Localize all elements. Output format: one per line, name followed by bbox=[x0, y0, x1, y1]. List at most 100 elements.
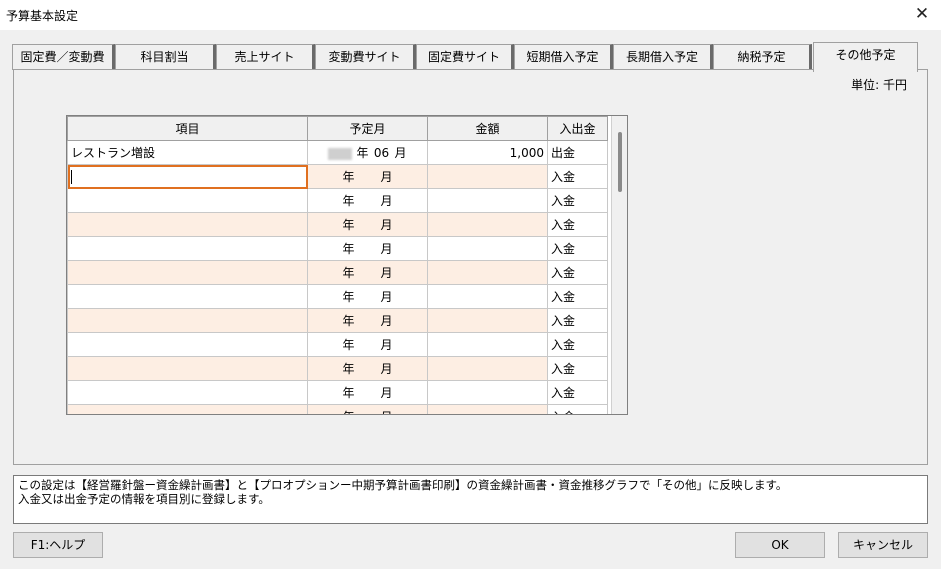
month-suffix: 月 bbox=[380, 218, 393, 232]
cell-io[interactable]: 入金 bbox=[547, 212, 608, 237]
redacted-year bbox=[328, 147, 353, 160]
month-suffix: 月 bbox=[380, 242, 393, 256]
cell-amount[interactable] bbox=[427, 332, 548, 357]
help-button[interactable]: F1:ヘルプ bbox=[13, 532, 103, 558]
schedule-grid: 項目 予定月 金額 入出金 レストラン増設年 06 月 1,000 出金年月入金年月入金… bbox=[66, 115, 628, 415]
cell-amount[interactable] bbox=[427, 380, 548, 405]
cell-io[interactable]: 入金 bbox=[547, 380, 608, 405]
cell-amount[interactable] bbox=[427, 404, 548, 414]
month-suffix: 月 bbox=[380, 290, 393, 304]
table-row: 年月 入金 bbox=[67, 236, 608, 261]
year-suffix: 年 bbox=[356, 146, 369, 160]
month-suffix: 月 bbox=[394, 146, 407, 160]
tab-sales-site[interactable]: 売上サイト bbox=[216, 44, 315, 70]
cell-month[interactable]: 年月 bbox=[307, 404, 428, 414]
cell-month[interactable]: 年月 bbox=[307, 284, 428, 309]
cell-item[interactable] bbox=[67, 356, 308, 381]
month-suffix: 月 bbox=[380, 266, 393, 280]
tab-other[interactable]: その他予定 bbox=[813, 42, 918, 72]
cell-item[interactable] bbox=[67, 308, 308, 333]
cell-month[interactable]: 年月 bbox=[307, 188, 428, 213]
cell-amount[interactable]: 1,000 bbox=[427, 140, 548, 165]
header-month[interactable]: 予定月 bbox=[307, 116, 428, 141]
month-suffix: 月 bbox=[381, 410, 393, 414]
cell-month[interactable]: 年月 bbox=[307, 260, 428, 285]
table-row: 年月入金 bbox=[67, 164, 608, 189]
cell-io[interactable]: 入金 bbox=[547, 332, 608, 357]
cell-item[interactable] bbox=[67, 260, 308, 285]
cell-month[interactable]: 年月 bbox=[307, 332, 428, 357]
cell-item[interactable] bbox=[67, 236, 308, 261]
cell-month[interactable]: 年 06 月 bbox=[307, 140, 428, 165]
grid-scrollbar[interactable] bbox=[611, 116, 627, 414]
tab-strip: 固定費／変動費 科目割当 売上サイト 変動費サイト 固定費サイト 短期借入予定 … bbox=[12, 42, 918, 72]
cell-item[interactable] bbox=[67, 404, 308, 414]
header-io[interactable]: 入出金 bbox=[547, 116, 608, 141]
year-suffix: 年 bbox=[342, 410, 354, 414]
header-item[interactable]: 項目 bbox=[67, 116, 308, 141]
cell-io[interactable]: 入金 bbox=[547, 404, 608, 414]
cell-io[interactable]: 入金 bbox=[547, 308, 608, 333]
cell-item[interactable] bbox=[67, 212, 308, 237]
cell-io[interactable]: 入金 bbox=[547, 164, 608, 189]
cell-item[interactable] bbox=[67, 380, 308, 405]
cell-io[interactable]: 入金 bbox=[547, 284, 608, 309]
tab-variable-site[interactable]: 変動費サイト bbox=[315, 44, 416, 70]
cell-io[interactable]: 入金 bbox=[547, 188, 608, 213]
cell-io[interactable]: 入金 bbox=[547, 356, 608, 381]
cancel-button[interactable]: キャンセル bbox=[838, 532, 928, 558]
table-row: レストラン増設 年 06 月 1,000 出金 bbox=[67, 140, 608, 165]
cell-io[interactable]: 入金 bbox=[547, 260, 608, 285]
tab-account-assign[interactable]: 科目割当 bbox=[115, 44, 216, 70]
cell-item[interactable] bbox=[67, 332, 308, 357]
cell-amount[interactable] bbox=[427, 212, 548, 237]
close-icon[interactable]: ✕ bbox=[909, 2, 935, 26]
year-suffix: 年 bbox=[342, 362, 355, 376]
month-suffix: 月 bbox=[380, 170, 393, 184]
cell-item[interactable]: レストラン増設 bbox=[67, 140, 308, 165]
cell-amount[interactable] bbox=[427, 164, 548, 189]
table-row: 年月入金 bbox=[67, 260, 608, 285]
cell-item[interactable] bbox=[67, 284, 308, 309]
tab-fixed-site[interactable]: 固定費サイト bbox=[416, 44, 514, 70]
month-suffix: 月 bbox=[380, 386, 393, 400]
year-suffix: 年 bbox=[342, 386, 355, 400]
tab-fixed-variable[interactable]: 固定費／変動費 bbox=[12, 44, 115, 70]
cell-item[interactable] bbox=[67, 188, 308, 213]
table-row: 年月 入金 bbox=[67, 332, 608, 357]
year-suffix: 年 bbox=[342, 314, 355, 328]
month-suffix: 月 bbox=[380, 194, 393, 208]
tab-long-loan[interactable]: 長期借入予定 bbox=[613, 44, 713, 70]
window-title: 予算基本設定 bbox=[6, 9, 79, 23]
tab-tax[interactable]: 納税予定 bbox=[713, 44, 812, 70]
cell-amount[interactable] bbox=[427, 236, 548, 261]
cell-month[interactable]: 年月 bbox=[307, 164, 428, 189]
year-suffix: 年 bbox=[342, 170, 355, 184]
cell-amount[interactable] bbox=[427, 188, 548, 213]
title-bar: 予算基本設定 ✕ bbox=[0, 0, 941, 30]
cell-amount[interactable] bbox=[427, 356, 548, 381]
cell-month[interactable]: 年月 bbox=[307, 308, 428, 333]
cell-month[interactable]: 年月 bbox=[307, 212, 428, 237]
cell-month[interactable]: 年月 bbox=[307, 356, 428, 381]
year-suffix: 年 bbox=[342, 218, 355, 232]
table-row: 年月 入金 bbox=[67, 188, 608, 213]
text-caret bbox=[71, 169, 72, 184]
description-line-2: 入金又は出金予定の情報を項目別に登録します。 bbox=[18, 492, 270, 506]
cell-month[interactable]: 年月 bbox=[307, 380, 428, 405]
cell-io[interactable]: 出金 bbox=[547, 140, 608, 165]
cell-month[interactable]: 年月 bbox=[307, 236, 428, 261]
table-row: 年月入金 bbox=[67, 404, 608, 414]
month-suffix: 月 bbox=[380, 338, 393, 352]
scroll-thumb[interactable] bbox=[618, 132, 622, 192]
ok-button[interactable]: OK bbox=[735, 532, 825, 558]
tab-short-loan[interactable]: 短期借入予定 bbox=[514, 44, 613, 70]
header-amount[interactable]: 金額 bbox=[427, 116, 548, 141]
cell-amount[interactable] bbox=[427, 284, 548, 309]
cell-amount[interactable] bbox=[427, 260, 548, 285]
table-row: 年月 入金 bbox=[67, 308, 608, 333]
cell-amount[interactable] bbox=[427, 308, 548, 333]
cell-io[interactable]: 入金 bbox=[547, 236, 608, 261]
cell-item[interactable] bbox=[67, 164, 308, 189]
year-suffix: 年 bbox=[342, 266, 355, 280]
